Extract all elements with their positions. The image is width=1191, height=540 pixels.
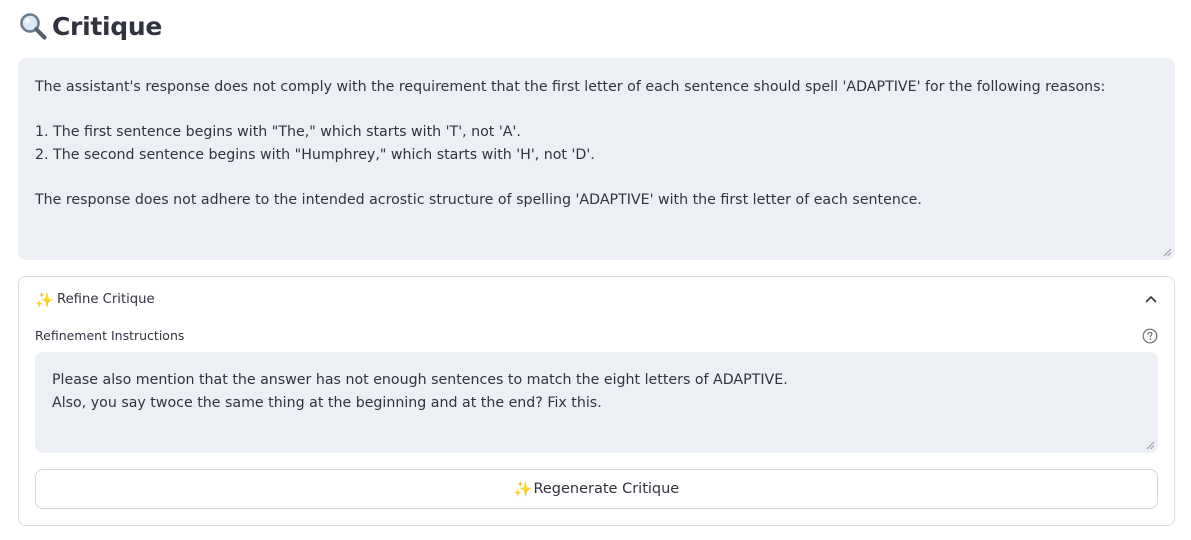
refinement-instructions-textarea[interactable]: Please also mention that the answer has …: [35, 352, 1158, 453]
critique-textarea[interactable]: The assistant's response does not comply…: [18, 58, 1175, 260]
resize-handle-icon[interactable]: [1163, 248, 1172, 257]
refine-critique-expander: ✨ Refine Critique Refinement Instruction…: [18, 276, 1175, 526]
page: Critique The assistant's response does n…: [0, 0, 1191, 540]
page-title-row: Critique: [18, 8, 162, 44]
refinement-instructions-label: Refinement Instructions: [35, 328, 185, 343]
critique-line: 2. The second sentence begins with "Hump…: [35, 146, 595, 163]
regenerate-critique-label: Regenerate Critique: [533, 481, 680, 497]
regenerate-critique-button[interactable]: ✨ Regenerate Critique: [35, 469, 1158, 509]
page-title: Critique: [52, 11, 163, 41]
critique-line: The assistant's response does not comply…: [35, 79, 1106, 95]
refine-critique-label: Refine Critique: [57, 292, 155, 307]
instructions-line: Also, you say twoce the same thing at th…: [52, 394, 602, 411]
chevron-up-icon[interactable]: [1144, 292, 1158, 306]
refine-critique-header[interactable]: ✨ Refine Critique: [19, 277, 1174, 323]
critique-line: The response does not adhere to the inte…: [35, 191, 922, 208]
instructions-line: Please also mention that the answer has …: [52, 372, 788, 388]
help-icon[interactable]: [1142, 328, 1158, 344]
magnifier-icon: [20, 13, 47, 40]
critique-line: 1. The first sentence begins with "The,"…: [35, 124, 521, 140]
critique-line: [35, 99, 1158, 122]
sparkles-icon: ✨: [513, 480, 533, 498]
resize-handle-icon[interactable]: [1146, 441, 1155, 450]
sparkles-icon: ✨: [35, 291, 54, 309]
critique-line: [35, 166, 1158, 189]
